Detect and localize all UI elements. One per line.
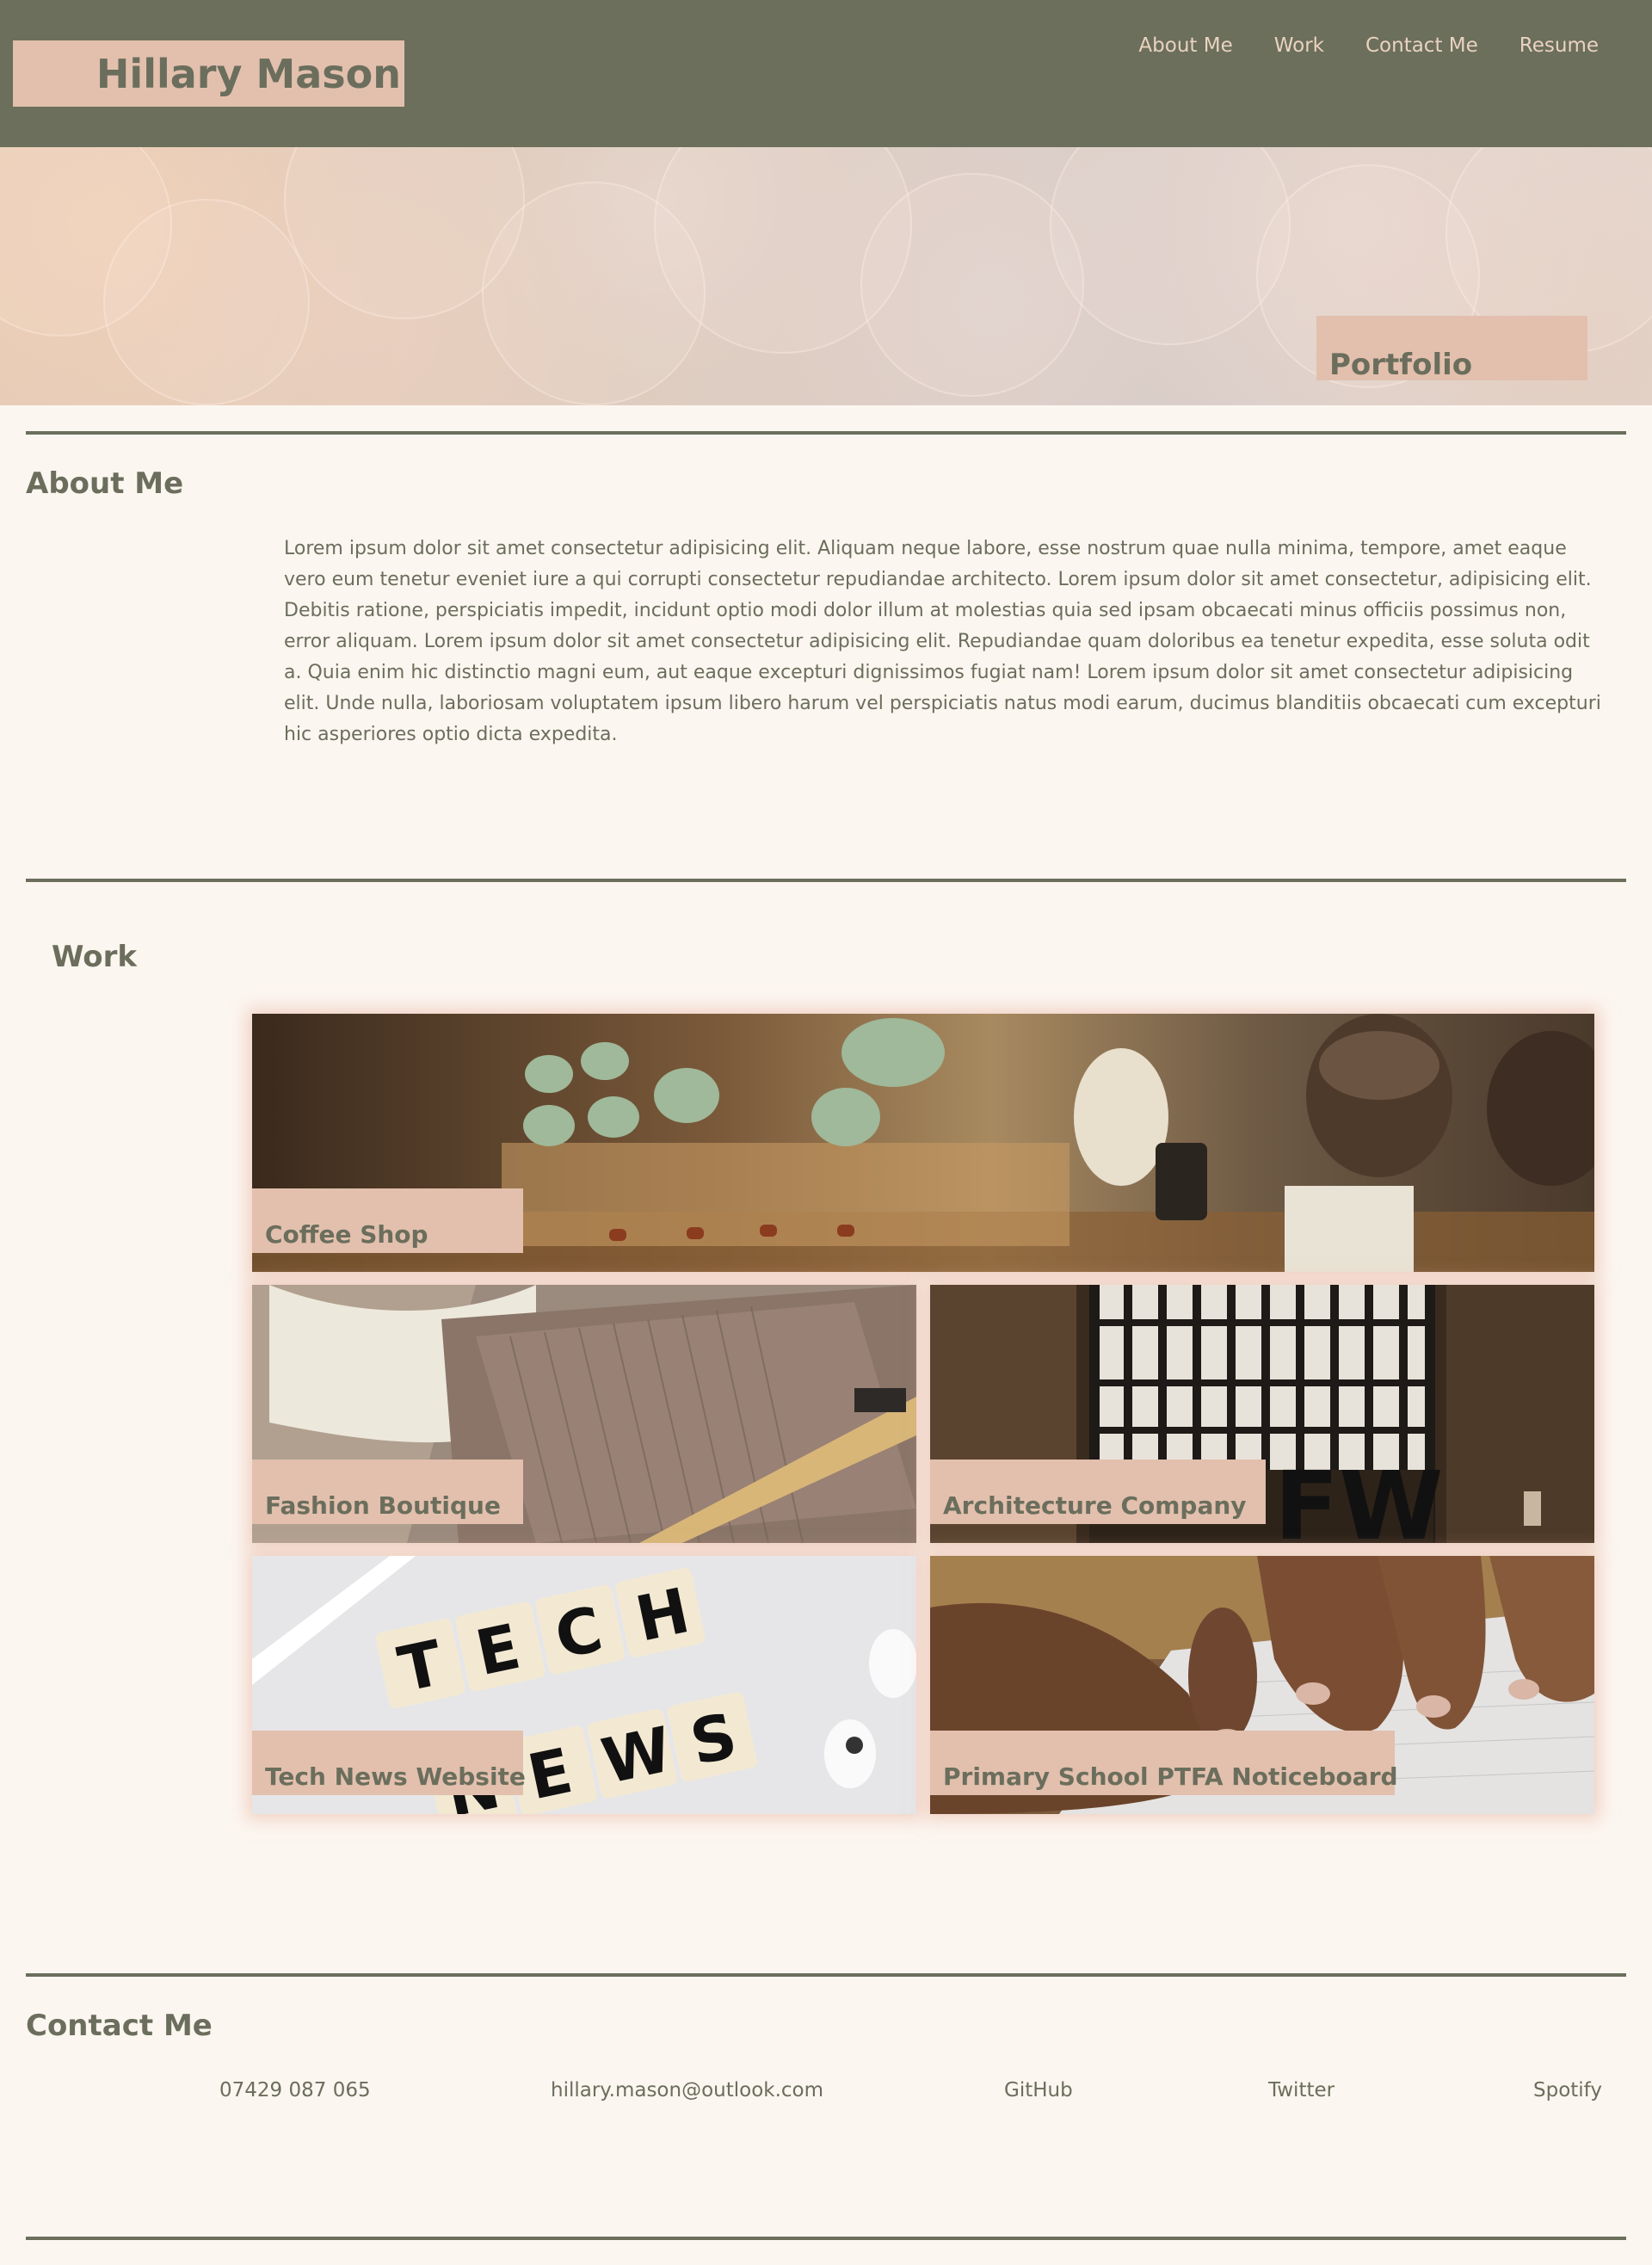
contact-links: 07429 087 065 hillary.mason@outlook.com … [0,2079,1652,2105]
section-divider [26,431,1626,435]
project-card-fashion-boutique[interactable]: Fashion Boutique [252,1285,916,1543]
section-divider [26,1973,1626,1977]
svg-text:FW: FW [1274,1451,1443,1543]
nav-link-work[interactable]: Work [1274,34,1324,57]
nav-link-resume[interactable]: Resume [1519,34,1599,57]
project-card-label-text: Coffee Shop [265,1220,428,1249]
hero-bokeh-circle [1050,147,1291,345]
about-heading: About Me [26,466,184,501]
contact-phone[interactable]: 07429 087 065 [219,2079,371,2101]
project-card-architecture-company[interactable]: FW Architecture Company [930,1285,1594,1543]
contact-email[interactable]: hillary.mason@outlook.com [551,2079,823,2101]
site-header: Hillary Mason About Me Work Contact Me R… [0,0,1652,147]
hero-label: Portfolio [1316,316,1587,382]
work-heading: Work [52,940,138,974]
project-card-label: Coffee Shop [252,1188,523,1253]
project-card-coffee-shop[interactable]: Coffee Shop [252,1014,1594,1272]
about-paragraph: Lorem ipsum dolor sit amet consectetur a… [284,538,1601,745]
project-card-label: Architecture Company [930,1460,1266,1524]
project-card-label-text: Tech News Website [265,1762,526,1791]
nav-link-contact-me[interactable]: Contact Me [1365,34,1478,57]
site-title[interactable]: Hillary Mason [13,40,404,107]
project-card-primary-school-ptfa-noticeboard[interactable]: Primary School PTFA Noticeboard [930,1556,1594,1814]
project-card-tech-news-website[interactable]: T E C H N E W S [252,1556,916,1814]
section-divider [26,879,1626,882]
site-title-text: Hillary Mason [96,50,401,97]
main-nav: About Me Work Contact Me Resume [1138,34,1599,57]
hero-bokeh-circle [103,199,310,405]
project-card-label: Primary School PTFA Noticeboard [930,1731,1398,1795]
project-card-label: Fashion Boutique [252,1460,523,1524]
project-card-label: Tech News Website [252,1731,526,1795]
project-card-label-text: Fashion Boutique [265,1491,501,1520]
project-card-label-text: Primary School PTFA Noticeboard [943,1762,1398,1791]
contact-heading: Contact Me [26,2009,213,2043]
hero-label-text: Portfolio [1329,348,1473,382]
contact-link-github[interactable]: GitHub [1004,2079,1073,2101]
contact-link-twitter[interactable]: Twitter [1268,2079,1335,2101]
contact-link-spotify[interactable]: Spotify [1533,2079,1602,2101]
nav-link-about-me[interactable]: About Me [1138,34,1232,57]
footer-divider [26,2237,1626,2240]
project-card-label-text: Architecture Company [943,1491,1247,1520]
